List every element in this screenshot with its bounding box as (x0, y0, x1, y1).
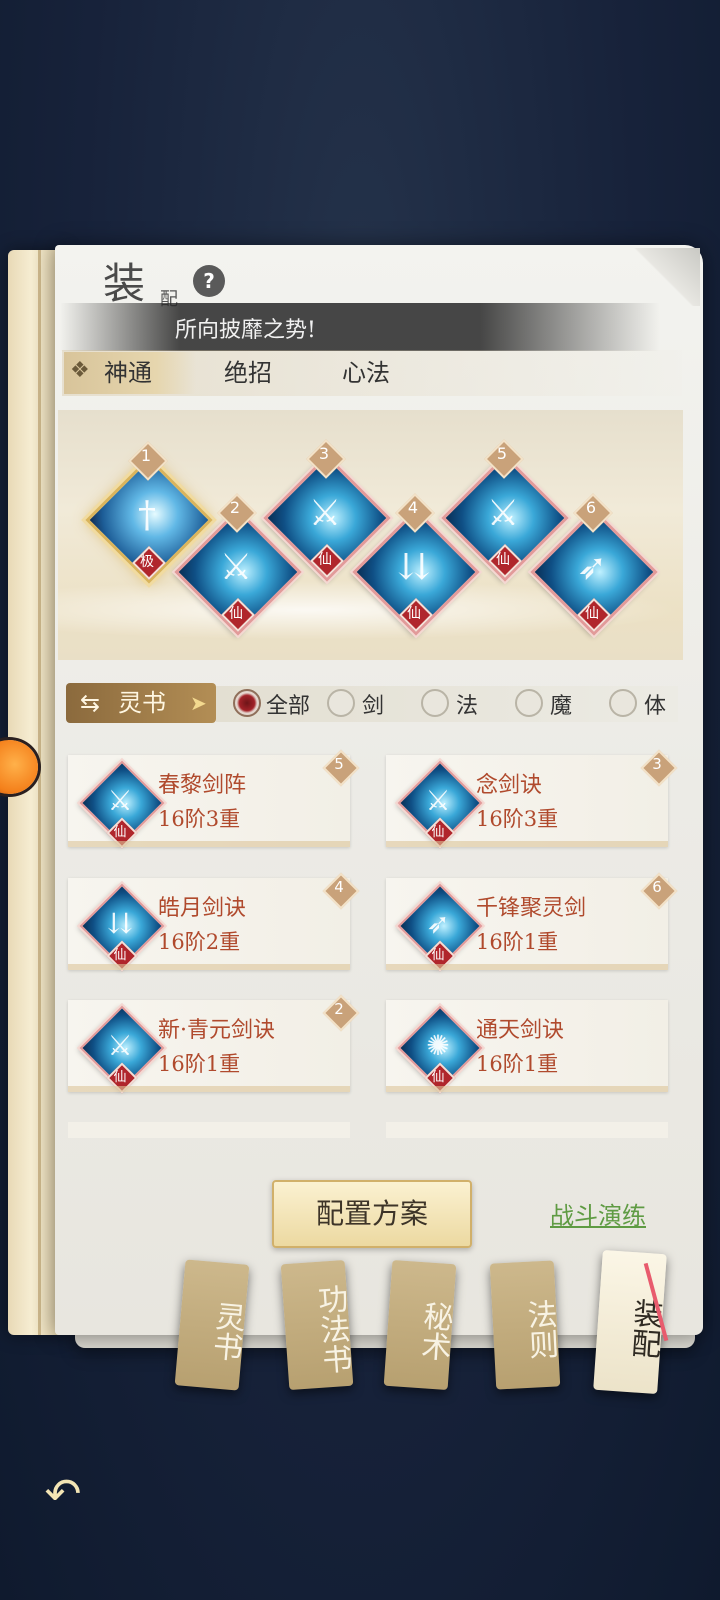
skill-icon: ➶ 仙 (397, 883, 483, 972)
filter-button-label: 灵书 (118, 689, 166, 717)
rank-tag: 仙 (106, 1062, 138, 1094)
radio-body-label[interactable]: 体 (644, 688, 666, 720)
skill-name: 千锋聚灵剑 (476, 896, 587, 921)
skill-card[interactable]: ⚔ 仙 念剑诀 16阶3重 3 (386, 749, 678, 849)
flying-sword-icon: ➶ (576, 547, 608, 588)
card-underline (386, 964, 668, 970)
radio-all[interactable] (233, 689, 261, 717)
skill-icon: ⚔ 仙 (397, 760, 483, 849)
banner-bg (60, 303, 660, 351)
rank-tag: 仙 (221, 598, 255, 632)
radio-sword[interactable] (327, 689, 355, 717)
skill-icon: ✺ 仙 (397, 1005, 483, 1094)
wing-icon: ➤ (190, 691, 207, 715)
skill-card[interactable]: ⚔ 仙 春黎剑阵 16阶3重 5 (68, 749, 360, 849)
bookmark-lingshu[interactable]: 灵书 (174, 1259, 250, 1391)
skill-level: 16阶1重 (476, 930, 559, 954)
radio-magic-label[interactable]: 法 (456, 688, 478, 720)
skill-icon: ⚔ 仙 (79, 760, 165, 849)
flying-sword-icon: ➶ (426, 907, 450, 940)
rank-tag: 仙 (424, 1062, 456, 1094)
rank-tag: 仙 (399, 598, 433, 632)
lingshu-filter-button[interactable]: ⇆ 灵书 ➤ (66, 683, 216, 723)
skill-card[interactable]: ✺ 仙 通天剑诀 16阶1重 (386, 1000, 668, 1094)
skill-name: 念剑诀 (476, 773, 543, 798)
radio-demon-label[interactable]: 魔 (550, 688, 572, 720)
slot-number-badge: 5 (484, 439, 524, 479)
skill-card[interactable]: ⚔ 仙 新·青元剑诀 16阶1重 2 (68, 994, 360, 1094)
vortex-icon: ✺ (426, 1029, 450, 1062)
card-underline (68, 964, 350, 970)
sword-icon: † (138, 495, 156, 536)
tab-diamond-icon: ❖ (70, 358, 90, 383)
rank-tag: 仙 (488, 544, 522, 578)
equipped-slot-badge: 3 (640, 749, 678, 787)
equipped-slot-badge: 6 (640, 872, 678, 910)
skill-level: 16阶3重 (476, 807, 559, 831)
card-underline (386, 1086, 668, 1092)
slot-number-badge: 2 (217, 493, 257, 533)
skill-level: 16阶2重 (158, 930, 241, 954)
sword-rain-icon: ⇊ (398, 547, 430, 588)
skill-card-partial[interactable] (68, 1122, 350, 1138)
bookmark-zhuangpei[interactable]: 装配 (593, 1249, 667, 1395)
swordsman-icon: ⚔ (308, 493, 342, 534)
skill-level: 16阶1重 (158, 1052, 241, 1076)
bookmark-mishu[interactable]: 秘术 (383, 1259, 457, 1391)
tab-xinfa[interactable]: 心法 (342, 352, 390, 394)
bookmark-gongfashu[interactable]: 功法书 (280, 1259, 354, 1391)
rank-tag: 仙 (310, 544, 344, 578)
slot-number-badge: 1 (128, 441, 168, 481)
radio-magic[interactable] (421, 689, 449, 717)
equipped-slot-badge: 4 (322, 872, 360, 910)
radio-demon[interactable] (515, 689, 543, 717)
skill-icon: ⇊ 仙 (79, 883, 165, 972)
skill-name: 皓月剑诀 (158, 896, 247, 921)
page-corner (625, 248, 700, 306)
skill-level: 16阶1重 (476, 1052, 559, 1076)
skill-level: 16阶3重 (158, 807, 241, 831)
radio-sword-label[interactable]: 剑 (362, 688, 384, 720)
rank-tag: 仙 (577, 598, 611, 632)
rank-tag: 极 (132, 546, 166, 580)
rank-tag: 仙 (106, 817, 138, 849)
tab-label-shentong[interactable]: 神通 (104, 352, 152, 394)
help-icon[interactable]: ? (193, 265, 225, 297)
swordsman-icon: ⚔ (486, 493, 520, 534)
tab-juezhao[interactable]: 绝招 (224, 352, 272, 394)
equipped-slot-badge: 5 (322, 749, 360, 787)
radio-all-label[interactable]: 全部 (266, 688, 310, 720)
page-title: 装 (103, 259, 146, 308)
rank-tag: 仙 (424, 940, 456, 972)
card-underline (68, 841, 350, 847)
equipped-slot-6[interactable]: ➶ 6 仙 (530, 493, 658, 636)
swordsman-icon: ⚔ (107, 1029, 133, 1062)
skill-name: 新·青元剑诀 (158, 1018, 275, 1043)
rank-tag: 仙 (424, 817, 456, 849)
skill-icon: ⚔ 仙 (79, 1005, 165, 1094)
back-arrow-icon[interactable]: ↶ (36, 1468, 90, 1522)
swordsman-icon: ⚔ (219, 547, 253, 588)
sword-rain-icon: ⇊ (108, 907, 132, 940)
swap-arrows-icon: ⇆ (80, 689, 101, 717)
slot-number-badge: 4 (395, 493, 435, 533)
skill-name: 通天剑诀 (476, 1018, 565, 1043)
slot-number-badge: 3 (306, 439, 346, 479)
swordsman-icon: ⚔ (107, 784, 133, 817)
skill-card-partial[interactable] (386, 1122, 668, 1138)
config-plan-button[interactable]: 配置方案 (272, 1180, 472, 1248)
bookmark-faze[interactable]: 法则 (489, 1260, 561, 1390)
card-underline (386, 841, 668, 847)
skill-card[interactable]: ➶ 仙 千锋聚灵剑 16阶1重 6 (386, 872, 678, 972)
slot-number-badge: 6 (573, 493, 613, 533)
battle-drill-link[interactable]: 战斗演练 (550, 1196, 646, 1231)
equipped-slot-badge: 2 (322, 994, 360, 1032)
skill-card[interactable]: ⇊ 仙 皓月剑诀 16阶2重 4 (68, 872, 360, 972)
banner-text: 所向披靡之势! (175, 318, 316, 343)
skill-name: 春黎剑阵 (158, 773, 247, 798)
swordsman-icon: ⚔ (425, 784, 451, 817)
radio-body[interactable] (609, 689, 637, 717)
rank-tag: 仙 (106, 940, 138, 972)
card-underline (68, 1086, 350, 1092)
